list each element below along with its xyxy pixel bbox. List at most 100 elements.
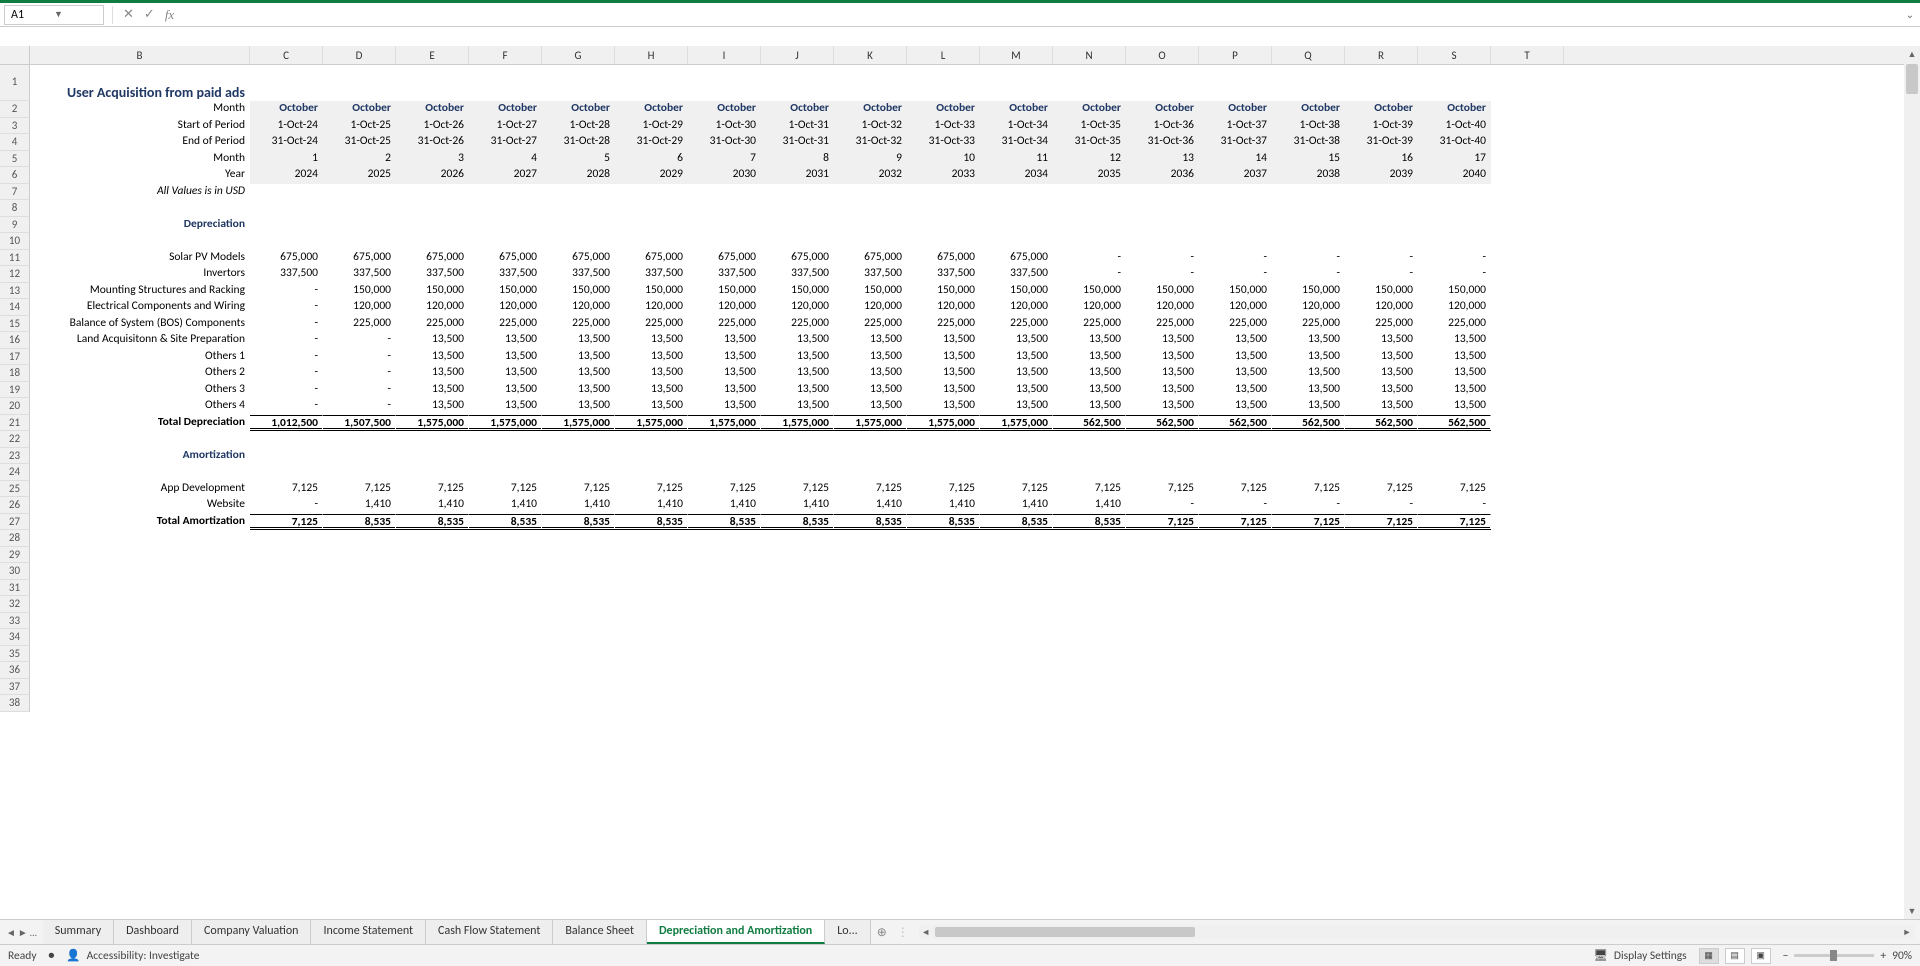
data-cell[interactable]: -	[323, 365, 396, 382]
data-cell[interactable]	[469, 200, 542, 217]
data-cell[interactable]	[1345, 679, 1418, 696]
data-cell[interactable]	[1126, 646, 1199, 663]
data-cell[interactable]: 7,125	[1199, 514, 1272, 531]
data-cell[interactable]: October	[1199, 101, 1272, 118]
row-label[interactable]	[30, 563, 250, 580]
row-header[interactable]: 31	[0, 580, 30, 597]
data-cell[interactable]: 16	[1345, 151, 1418, 168]
row-label[interactable]	[30, 613, 250, 630]
data-cell[interactable]	[980, 200, 1053, 217]
data-cell[interactable]	[907, 217, 980, 234]
row-header[interactable]: 33	[0, 613, 30, 630]
data-cell[interactable]	[1199, 217, 1272, 234]
data-cell[interactable]	[907, 629, 980, 646]
data-cell[interactable]	[761, 431, 834, 448]
data-cell[interactable]: 13,500	[1345, 349, 1418, 366]
data-cell[interactable]: 675,000	[907, 250, 980, 267]
data-cell[interactable]: -	[1345, 250, 1418, 267]
data-cell[interactable]: -	[250, 299, 323, 316]
data-cell[interactable]	[688, 679, 761, 696]
data-cell[interactable]	[1199, 695, 1272, 712]
data-cell[interactable]: 13,500	[542, 365, 615, 382]
row-header[interactable]: 11	[0, 250, 30, 267]
data-cell[interactable]: 8	[761, 151, 834, 168]
row-label[interactable]: Start of Period	[30, 118, 250, 135]
data-cell[interactable]	[980, 646, 1053, 663]
data-cell[interactable]	[1272, 464, 1345, 481]
row-label[interactable]: Month	[30, 101, 250, 118]
data-cell[interactable]: 337,500	[250, 266, 323, 283]
data-cell[interactable]: 14	[1199, 151, 1272, 168]
data-cell[interactable]	[323, 233, 396, 250]
data-cell[interactable]: 675,000	[323, 250, 396, 267]
data-cell[interactable]: 562,500	[1272, 415, 1345, 432]
data-cell[interactable]: 13,500	[469, 332, 542, 349]
data-cell[interactable]: 13,500	[1272, 398, 1345, 415]
data-cell[interactable]: 2026	[396, 167, 469, 184]
data-cell[interactable]	[1345, 646, 1418, 663]
data-cell[interactable]: 8,535	[615, 514, 688, 531]
data-cell[interactable]	[1199, 613, 1272, 630]
data-cell[interactable]: 1-Oct-38	[1272, 118, 1345, 135]
data-cell[interactable]	[542, 596, 615, 613]
row-header[interactable]: 19	[0, 382, 30, 399]
data-cell[interactable]	[1418, 233, 1491, 250]
data-cell[interactable]: 8,535	[907, 514, 980, 531]
scroll-left-icon[interactable]: ◄	[919, 925, 933, 939]
data-cell[interactable]	[688, 448, 761, 465]
fx-icon[interactable]: fx	[165, 7, 174, 23]
data-cell[interactable]	[396, 448, 469, 465]
data-cell[interactable]: 1,410	[834, 497, 907, 514]
data-cell[interactable]	[396, 547, 469, 564]
data-cell[interactable]	[542, 679, 615, 696]
data-cell[interactable]: 13,500	[834, 365, 907, 382]
data-cell[interactable]	[834, 448, 907, 465]
data-cell[interactable]: 13,500	[542, 398, 615, 415]
data-cell[interactable]	[542, 646, 615, 663]
data-cell[interactable]	[907, 448, 980, 465]
data-cell[interactable]	[1053, 448, 1126, 465]
data-cell[interactable]	[323, 662, 396, 679]
data-cell[interactable]: 337,500	[396, 266, 469, 283]
hscroll-thumb[interactable]	[935, 927, 1195, 937]
data-cell[interactable]: 120,000	[615, 299, 688, 316]
data-cell[interactable]: 13,500	[1126, 382, 1199, 399]
data-cell[interactable]	[469, 646, 542, 663]
data-cell[interactable]: 13,500	[688, 382, 761, 399]
data-cell[interactable]: 562,500	[1126, 415, 1199, 432]
sheet-tab[interactable]: Depreciation and Amortization	[647, 920, 825, 944]
col-header-I[interactable]: I	[688, 46, 761, 64]
row-header[interactable]: 32	[0, 596, 30, 613]
data-cell[interactable]	[1199, 563, 1272, 580]
data-cell[interactable]	[542, 629, 615, 646]
row-label[interactable]: Others 1	[30, 349, 250, 366]
data-cell[interactable]	[761, 613, 834, 630]
cancel-icon[interactable]: ✕	[123, 7, 134, 23]
data-cell[interactable]	[980, 448, 1053, 465]
row-header[interactable]: 3	[0, 118, 30, 135]
data-cell[interactable]: 7,125	[1345, 481, 1418, 498]
data-cell[interactable]: 1,410	[688, 497, 761, 514]
data-cell[interactable]: 13,500	[688, 349, 761, 366]
data-cell[interactable]	[1053, 217, 1126, 234]
data-cell[interactable]	[688, 217, 761, 234]
data-cell[interactable]: 150,000	[1272, 283, 1345, 300]
data-cell[interactable]: October	[250, 101, 323, 118]
data-cell[interactable]: 13,500	[761, 349, 834, 366]
data-cell[interactable]: 120,000	[542, 299, 615, 316]
row-header[interactable]: 27	[0, 514, 30, 531]
data-cell[interactable]: 13,500	[688, 398, 761, 415]
data-cell[interactable]	[250, 695, 323, 712]
data-cell[interactable]	[323, 629, 396, 646]
col-header-O[interactable]: O	[1126, 46, 1199, 64]
data-cell[interactable]: 13,500	[615, 398, 688, 415]
row-label[interactable]	[30, 530, 250, 547]
data-cell[interactable]	[542, 200, 615, 217]
data-cell[interactable]: 13,500	[1345, 332, 1418, 349]
data-cell[interactable]	[615, 629, 688, 646]
data-cell[interactable]	[980, 629, 1053, 646]
data-cell[interactable]	[615, 613, 688, 630]
data-cell[interactable]	[469, 530, 542, 547]
data-cell[interactable]	[1272, 613, 1345, 630]
data-cell[interactable]: 13,500	[980, 382, 1053, 399]
